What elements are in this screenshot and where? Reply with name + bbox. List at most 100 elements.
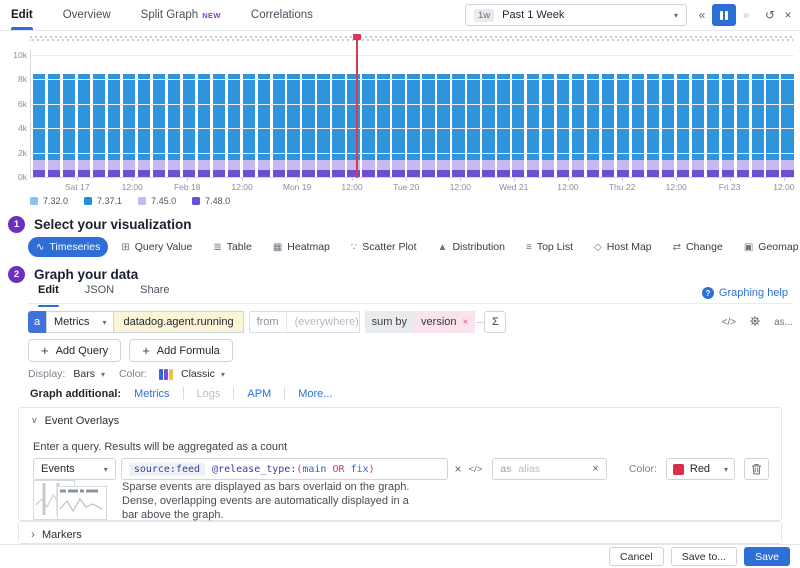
jump-forward-icon: » xyxy=(738,4,754,26)
metric-input[interactable]: datadog.agent.running xyxy=(114,311,243,333)
divider xyxy=(233,387,234,400)
close-icon[interactable]: × xyxy=(780,4,796,26)
timerange-picker[interactable]: 1w Past 1 Week ▾ xyxy=(465,4,687,26)
sigma-button[interactable]: Σ xyxy=(484,311,506,333)
save-button[interactable]: Save xyxy=(744,547,790,566)
viz-option-change[interactable]: ⇄Change xyxy=(665,237,731,257)
playback-controls: « » ↺× xyxy=(694,4,796,26)
viz-option-top-list[interactable]: ≡Top List xyxy=(518,237,581,257)
bar-segment-7.37.1 xyxy=(332,74,344,160)
viz-option-query-value[interactable]: ⊞Query Value xyxy=(113,237,200,257)
viz-option-distribution[interactable]: ▲Distribution xyxy=(430,237,513,257)
event-marker-handle[interactable] xyxy=(353,34,361,40)
bar-segment-7.48.0 xyxy=(407,170,419,177)
clear-query-icon[interactable]: × xyxy=(455,462,462,476)
add-formula-button[interactable]: +Add Formula xyxy=(129,339,233,362)
bar xyxy=(78,74,90,177)
pause-button[interactable] xyxy=(712,4,736,26)
event-color-select[interactable]: Red ▾ xyxy=(666,458,735,480)
bar-segment-7.48.0 xyxy=(422,170,434,177)
bar-segment-7.37.1 xyxy=(602,74,614,160)
viz-option-table[interactable]: ≣Table xyxy=(205,237,260,257)
bar-segment-7.45.0 xyxy=(93,160,105,170)
alias-input[interactable]: alias xyxy=(518,463,585,475)
graphing-help-link[interactable]: ? Graphing help xyxy=(702,287,788,299)
tab-correlations[interactable]: Correlations xyxy=(251,0,313,30)
legend-item[interactable]: 7.48.0 xyxy=(192,196,230,206)
clear-alias-icon[interactable]: × xyxy=(592,463,598,475)
bar-segment-7.37.1 xyxy=(766,74,778,160)
viz-option-geomap[interactable]: ▣Geomap xyxy=(736,237,800,257)
tab-editor-edit[interactable]: Edit xyxy=(38,284,59,303)
new-badge: NEW xyxy=(202,11,221,20)
event-overlays-header[interactable]: ∨ Event Overlays xyxy=(19,408,781,433)
viz-option-timeseries[interactable]: ∿Timeseries xyxy=(28,237,108,257)
datasource-select[interactable]: Metrics ▾ xyxy=(46,311,114,333)
pause-icon xyxy=(720,11,723,20)
tab-correlations-label: Correlations xyxy=(251,9,313,21)
add-query-button[interactable]: +Add Query xyxy=(28,339,121,362)
bar-segment-7.37.1 xyxy=(228,74,240,160)
display-type-select[interactable]: Bars▾ xyxy=(73,368,105,380)
palette-color-bar xyxy=(169,369,173,380)
legend-item[interactable]: 7.37.1 xyxy=(84,196,122,206)
bar-segment-7.37.1 xyxy=(153,74,165,160)
event-query-input[interactable]: source:feed @release_type:(main OR fix) xyxy=(121,458,448,480)
cancel-button[interactable]: Cancel xyxy=(609,547,664,566)
bar-segment-7.37.1 xyxy=(302,74,314,160)
bar xyxy=(213,74,225,177)
bar-segment-7.37.1 xyxy=(198,74,210,160)
gridline xyxy=(31,177,794,178)
event-marker[interactable] xyxy=(356,34,358,178)
refresh-icon[interactable]: ↺ xyxy=(762,4,778,26)
graph-additional-more[interactable]: More... xyxy=(298,388,332,400)
bar-segment-7.48.0 xyxy=(198,170,210,177)
query-token-source[interactable]: source:feed xyxy=(129,463,205,476)
alias-input-group[interactable]: as alias × xyxy=(492,458,607,480)
palette-select[interactable]: Classic▾ xyxy=(181,368,225,380)
graph-additional-metrics[interactable]: Metrics xyxy=(134,388,169,400)
chart-plot-area[interactable]: 0k2k4k6k8k10k xyxy=(30,50,794,178)
code-icon[interactable]: </> xyxy=(722,317,736,328)
bar-segment-7.45.0 xyxy=(722,160,734,170)
jump-back-icon[interactable]: « xyxy=(694,4,710,26)
gear-icon[interactable] xyxy=(749,315,761,330)
tab-overview[interactable]: Overview xyxy=(63,0,111,30)
bar xyxy=(123,74,135,177)
tab-editor-share[interactable]: Share xyxy=(140,284,169,303)
viz-option-label: Change xyxy=(686,241,723,253)
viz-option-heatmap[interactable]: ▦Heatmap xyxy=(265,237,338,257)
bar-segment-7.45.0 xyxy=(258,160,270,170)
tab-editor-json[interactable]: JSON xyxy=(85,284,114,303)
bar-segment-7.37.1 xyxy=(287,74,299,160)
group-by-tag[interactable]: version × xyxy=(414,311,475,333)
remove-tag-icon[interactable]: × xyxy=(463,317,469,328)
code-icon[interactable]: </> xyxy=(469,464,483,475)
bar-segment-7.48.0 xyxy=(332,170,344,177)
bar-segment-7.37.1 xyxy=(752,74,764,160)
bar xyxy=(497,74,509,177)
graph-additional-apm[interactable]: APM xyxy=(247,388,271,400)
delete-overlay-button[interactable] xyxy=(744,458,769,480)
viz-option-scatter-plot[interactable]: ∵Scatter Plot xyxy=(343,237,425,257)
bar xyxy=(243,74,255,177)
viz-option-host-map[interactable]: ◇Host Map xyxy=(586,237,660,257)
legend-label: 7.48.0 xyxy=(205,196,230,206)
query-letter-badge[interactable]: a xyxy=(28,311,46,333)
bar-segment-7.45.0 xyxy=(692,160,704,170)
plus-icon: + xyxy=(41,343,49,358)
event-source-select[interactable]: Events ▾ xyxy=(33,458,116,480)
bar-segment-7.48.0 xyxy=(33,170,45,177)
bar xyxy=(198,74,210,177)
tab-split-graph[interactable]: Split GraphNEW xyxy=(141,0,221,30)
bar xyxy=(108,74,120,177)
bar-segment-7.48.0 xyxy=(377,170,389,177)
legend-item[interactable]: 7.45.0 xyxy=(138,196,176,206)
save-to-button[interactable]: Save to... xyxy=(671,547,737,566)
legend-item[interactable]: 7.32.0 xyxy=(30,196,68,206)
as-button[interactable]: as... xyxy=(774,317,793,328)
scope-input[interactable]: (everywhere) xyxy=(287,316,359,328)
tab-edit[interactable]: Edit xyxy=(11,0,33,30)
bar-segment-7.45.0 xyxy=(677,160,689,170)
bar-segment-7.48.0 xyxy=(766,170,778,177)
